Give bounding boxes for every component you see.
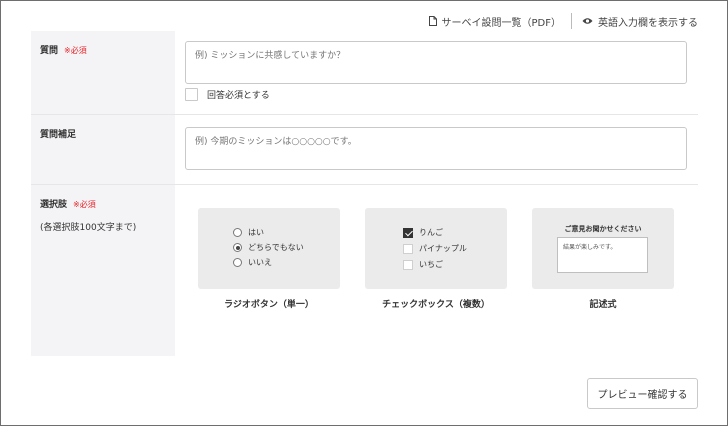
supplement-label-cell: 質問補足	[31, 115, 175, 184]
choice-type-checkbox[interactable]: りんご パイナップル いちご チェックボックス（複数）	[365, 208, 507, 310]
radio-circle	[233, 228, 242, 237]
checkbox-checked-icon	[403, 227, 413, 238]
checkbox-option-label: りんご	[419, 228, 443, 237]
checkbox-square	[403, 259, 413, 270]
radio-card: はい どちらでもない いいえ	[198, 208, 340, 289]
checkbox-option: りんご	[403, 227, 443, 238]
choices-row: 選択肢 ※必須 (各選択肢100文字まで) はい どちらでもない いいえ ラジオ…	[31, 185, 698, 356]
checkbox-caption: チェックボックス（複数）	[382, 300, 490, 310]
radio-caption: ラジオボタン（単一）	[224, 300, 314, 310]
freetext-card: ご意見お聞かせください 結果が楽しみです。	[532, 208, 674, 289]
document-icon	[428, 16, 437, 26]
checkbox-option: いちご	[403, 259, 443, 270]
required-checkbox-label: 回答必須とする	[207, 91, 270, 101]
radio-option: どちらでもない	[233, 242, 304, 253]
checkbox-card: りんご パイナップル いちご	[365, 208, 507, 289]
supplement-row: 質問補足	[31, 115, 698, 184]
show-english-label: 英語入力欄を表示する	[598, 17, 698, 29]
freetext-sample-title: ご意見お聞かせください	[564, 225, 642, 233]
question-content: 回答必須とする	[175, 31, 698, 114]
preview-button[interactable]: プレビュー確認する	[587, 378, 698, 409]
radio-circle	[233, 258, 242, 267]
choices-content: はい どちらでもない いいえ ラジオボタン（単一） りんご パイナップル いちご…	[175, 185, 698, 356]
choices-label: 選択肢	[40, 200, 68, 210]
top-links: サーベイ設問一覧（PDF） 英語入力欄を表示する	[428, 13, 698, 29]
question-input[interactable]	[185, 41, 687, 84]
required-checkbox-box[interactable]	[185, 88, 198, 101]
eye-icon	[582, 18, 593, 24]
checkbox-option-label: いちご	[419, 260, 443, 269]
checkbox-option-label: パイナップル	[419, 244, 467, 253]
radio-option-label: どちらでもない	[248, 243, 304, 252]
show-english-link[interactable]: 英語入力欄を表示する	[582, 14, 698, 29]
choice-type-freetext[interactable]: ご意見お聞かせください 結果が楽しみです。 記述式	[532, 208, 674, 310]
radio-circle-selected	[233, 243, 242, 252]
supplement-label: 質問補足	[40, 130, 77, 140]
freetext-caption: 記述式	[589, 300, 617, 310]
radio-option-label: いいえ	[248, 258, 272, 267]
required-checkbox[interactable]: 回答必須とする	[185, 88, 270, 101]
pdf-list-label: サーベイ設問一覧（PDF）	[441, 17, 561, 29]
choices-required-mark: ※必須	[73, 200, 96, 209]
choice-type-radio[interactable]: はい どちらでもない いいえ ラジオボタン（単一）	[198, 208, 340, 310]
link-divider	[571, 13, 572, 29]
choices-note: (各選択肢100文字まで)	[40, 223, 137, 233]
question-label: 質問	[40, 46, 59, 56]
supplement-content	[175, 115, 698, 184]
radio-option: いいえ	[233, 257, 272, 268]
checkbox-option: パイナップル	[403, 243, 467, 254]
choices-label-cell: 選択肢 ※必須 (各選択肢100文字まで)	[31, 185, 175, 356]
supplement-input[interactable]	[185, 127, 687, 170]
question-required-mark: ※必須	[64, 46, 87, 55]
radio-option-label: はい	[248, 228, 264, 237]
radio-option: はい	[233, 227, 264, 238]
freetext-sample-box: 結果が楽しみです。	[557, 237, 648, 273]
question-row: 質問 ※必須 回答必須とする	[31, 31, 698, 114]
pdf-list-link[interactable]: サーベイ設問一覧（PDF）	[428, 14, 561, 29]
question-form: 質問 ※必須 回答必須とする 質問補足 選択肢 ※必須 (各選択肢100文字まで)	[31, 31, 698, 356]
checkbox-square	[403, 243, 413, 254]
question-label-cell: 質問 ※必須	[31, 31, 175, 114]
